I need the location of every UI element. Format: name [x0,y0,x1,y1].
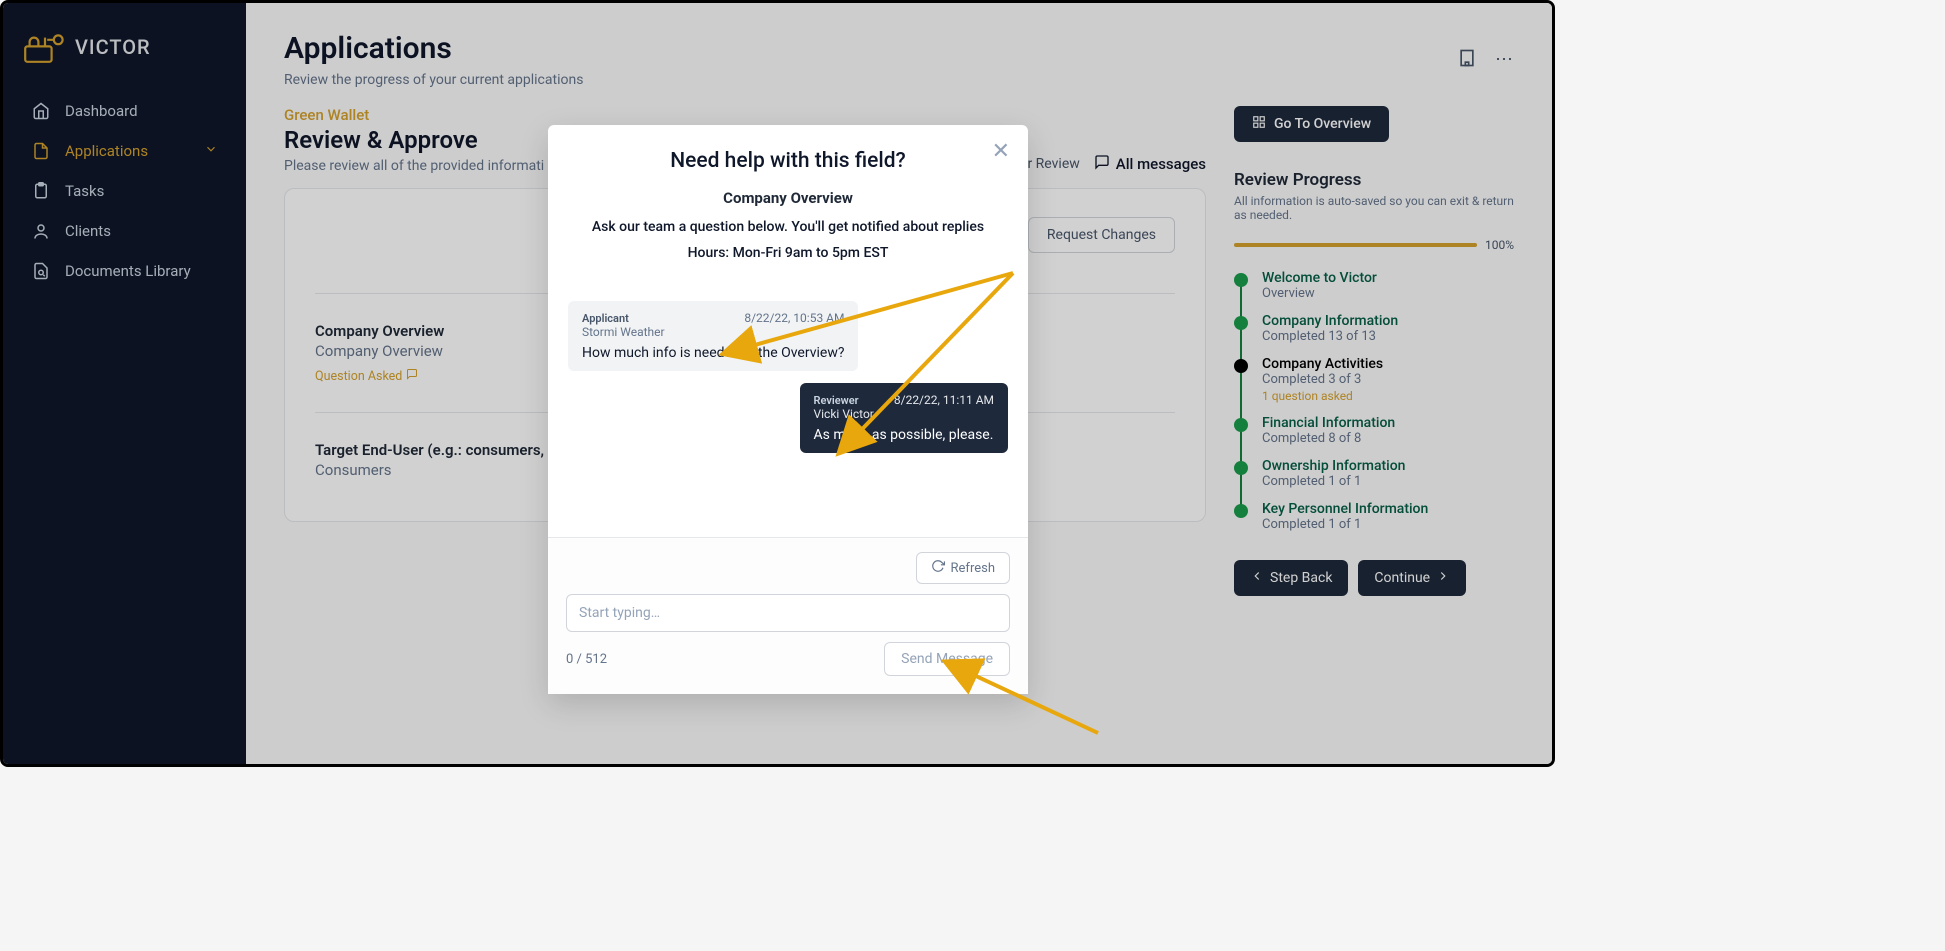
message-author: Stormi Weather [582,325,665,339]
help-modal: ✕ Need help with this field? Company Ove… [548,125,1028,694]
modal-header: ✕ Need help with this field? Company Ove… [548,125,1028,277]
chat-message-applicant: Applicant Stormi Weather 8/22/22, 10:53 … [568,301,858,371]
chat-message-reviewer: Reviewer Vicki Victor 8/22/22, 11:11 AM … [800,383,1009,453]
message-role: Reviewer [814,394,874,407]
modal-hours: Hours: Mon-Fri 9am to 5pm EST [576,245,1000,261]
modal-title: Need help with this field? [576,149,1000,173]
refresh-button[interactable]: Refresh [916,552,1010,584]
close-button[interactable]: ✕ [992,139,1010,164]
message-role: Applicant [582,312,665,325]
modal-subtitle: Ask our team a question below. You'll ge… [576,219,1000,235]
message-author: Vicki Victor [814,407,874,421]
chat-thread: Applicant Stormi Weather 8/22/22, 10:53 … [548,277,1028,537]
message-input[interactable] [566,594,1010,632]
message-time: 8/22/22, 10:53 AM [744,311,844,325]
message-body: How much info is needed in the Overview? [582,345,844,361]
char-counter: 0 / 512 [566,652,607,667]
message-time: 8/22/22, 11:11 AM [894,393,994,407]
modal-footer: Refresh 0 / 512 Send Message [548,537,1028,694]
close-icon: ✕ [992,139,1010,164]
send-button[interactable]: Send Message [884,642,1010,676]
refresh-icon [931,559,945,577]
modal-topic: Company Overview [576,189,1000,207]
message-body: As much as possible, please. [814,427,995,443]
